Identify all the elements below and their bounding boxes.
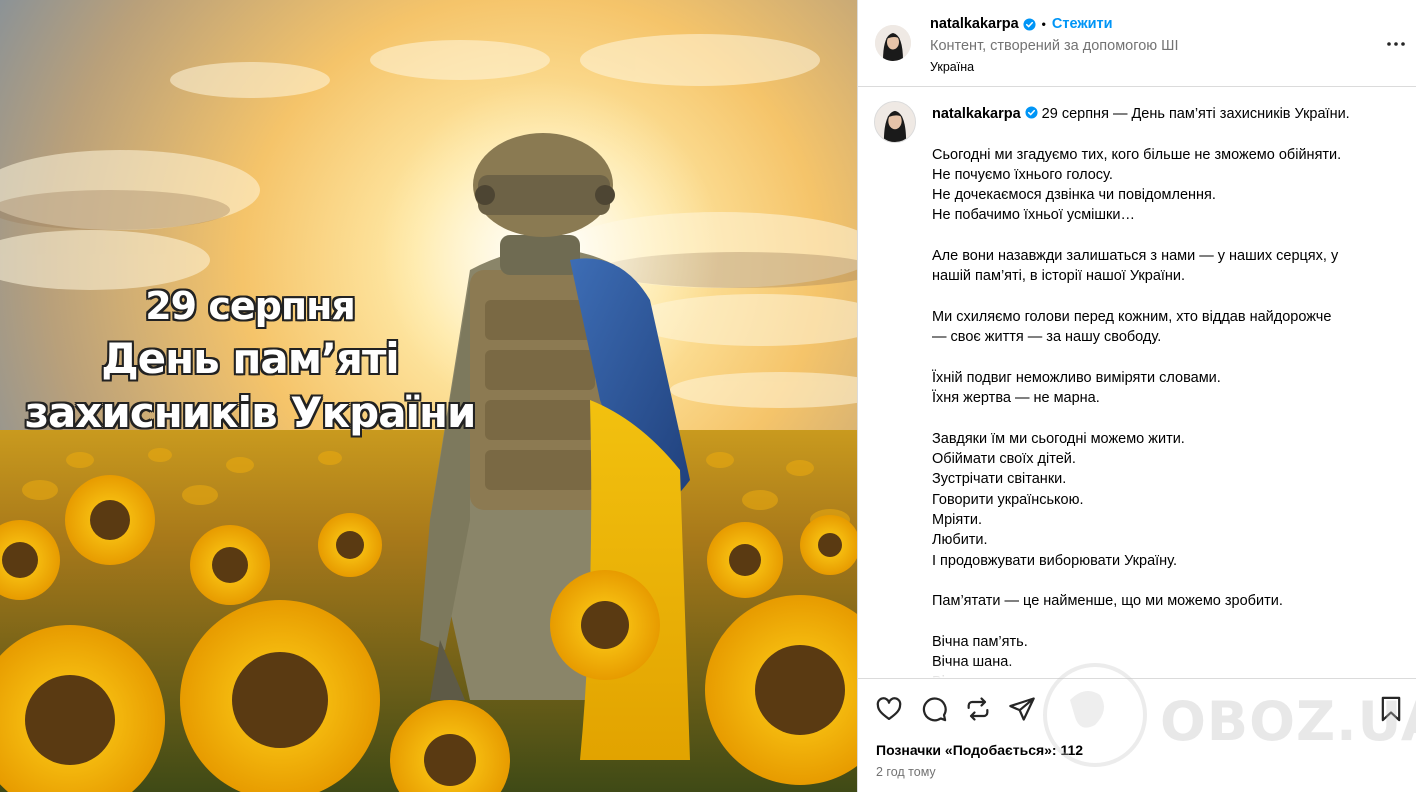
profile-photo-icon [875,102,915,142]
repost-icon [967,697,989,721]
more-icon [1387,42,1405,46]
caption-line: Ми схиляємо голови перед кожним, хто від… [932,308,1332,325]
caption-line: — своє життя — за нашу свободу. [932,329,1162,346]
post-caption: natalkakarpa 29 серпня — День пам’яті зах… [932,104,1382,678]
caption-line: Вічна пам’ять. [932,633,1028,650]
caption-line: Пам’ятати — це найменше, що ми можемо зр… [932,593,1283,610]
caption-line [932,571,1382,591]
more-options-button[interactable] [1384,32,1408,56]
caption-headline: 29 серпня — День пам’яті захисників Укра… [1041,106,1350,122]
caption-line [932,124,1382,144]
header-user-row: natalkakarpa • Стежити [930,16,1113,32]
caption-first-line: natalkakarpa 29 серпня — День пам’яті зах… [932,104,1382,124]
caption-line [932,348,1382,368]
caption-line: Сьогодні ми згадуємо тих, кого більше не… [932,146,1342,163]
header-username[interactable]: natalkakarpa [930,16,1019,32]
profile-photo-icon [875,25,911,61]
post-actions: Позначки «Подобається»: 112 2 год тому [858,678,1416,792]
likes-count[interactable]: Позначки «Подобається»: 112 [876,742,1083,758]
image-overlay-date: 29 серпня [145,284,356,328]
bookmark-icon [1381,696,1401,722]
ai-content-label[interactable]: Контент, створений за допомогою ШІ [930,38,1179,54]
caption-line: Не дочекаємося дзвінка чи повідомлення. [932,187,1216,204]
like-button[interactable] [875,695,903,723]
verified-badge-icon [1025,106,1038,119]
comment-icon [922,697,947,722]
caption-line: І продовжувати виборювати Україну. [932,552,1178,569]
location-link[interactable]: Україна [930,60,974,74]
caption-line: Не побачимо їхньої усмішки… [932,207,1135,224]
instagram-post-view: 29 серпня День пам’яті захисників Україн… [0,0,1416,792]
caption-body: Сьогодні ми згадуємо тих, кого більше не… [932,124,1382,678]
caption-line: Але вони назавжди залишаться з нами — у … [932,248,1339,265]
image-overlay-subtitle: захисників України [24,388,477,437]
caption-username[interactable]: natalkakarpa [932,106,1021,122]
verified-badge-icon [1023,17,1036,31]
caption-line: Обіймати своїх дітей. [932,451,1076,468]
caption-line [932,226,1382,246]
caption-line: Їхній подвиг неможливо виміряти словами. [932,369,1221,386]
caption-avatar[interactable] [874,101,916,143]
avatar[interactable] [875,25,911,61]
caption-line: Їхня жертва — не марна. [932,390,1100,407]
caption-line [932,408,1382,428]
caption-line: Любити. [932,532,988,549]
separator-dot: • [1041,17,1046,31]
comment-button[interactable] [920,695,948,723]
share-button[interactable] [1008,695,1036,723]
save-button[interactable] [1377,695,1405,723]
follow-button[interactable]: Стежити [1052,16,1113,32]
caption-line: Завдяки їм ми сьогодні можемо жити. [932,430,1185,447]
heart-icon [876,697,902,721]
caption-line [932,611,1382,631]
caption-line [932,287,1382,307]
image-overlay-title: День пам’яті [101,334,399,383]
caption-line: Мріяти. [932,511,982,528]
post-timestamp[interactable]: 2 год тому [876,765,936,779]
caption-line: Говорити українською. [932,491,1084,508]
post-image[interactable]: 29 серпня День пам’яті захисників Україн… [0,0,857,792]
post-header: natalkakarpa • Стежити Контент, створени… [858,0,1416,87]
caption-fade [932,664,1382,678]
repost-button[interactable] [964,695,992,723]
caption-line: нашій пам’яті, в історії нашої України. [932,268,1186,285]
send-icon [1009,697,1035,721]
caption-line: Зустрічати світанки. [932,471,1067,488]
post-details-panel: natalkakarpa • Стежити Контент, створени… [857,0,1416,792]
caption-line: Не почуємо їхнього голосу. [932,166,1113,183]
